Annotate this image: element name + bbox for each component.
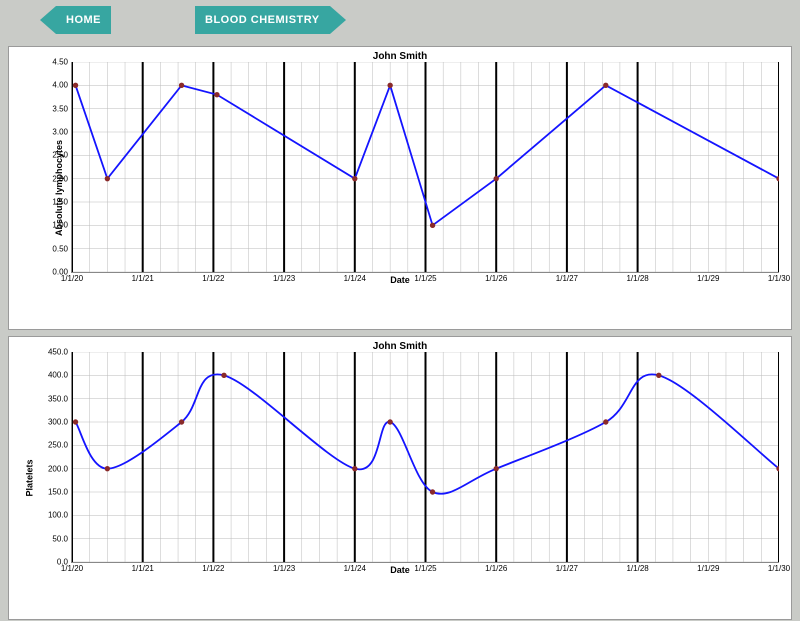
blood-chemistry-button[interactable]: BLOOD CHEMISTRY: [195, 6, 346, 34]
x-tick: 1/1/27: [556, 272, 578, 283]
y-tick: 100.0: [48, 511, 72, 520]
y-tick: 3.50: [52, 104, 72, 113]
y-tick: 250.0: [48, 441, 72, 450]
x-tick: 1/1/23: [273, 562, 295, 573]
x-tick: 1/1/26: [485, 562, 507, 573]
blood-chemistry-label: BLOOD CHEMISTRY: [195, 6, 330, 34]
nav-bar: HOME BLOOD CHEMISTRY: [0, 0, 800, 46]
plot-area: 0.000.501.001.502.002.503.003.504.004.50…: [71, 62, 779, 273]
y-tick: 200.0: [48, 464, 72, 473]
y-tick: 150.0: [48, 488, 72, 497]
x-tick: 1/1/25: [414, 562, 436, 573]
y-tick: 3.00: [52, 128, 72, 137]
y-tick: 1.50: [52, 198, 72, 207]
y-tick: 300.0: [48, 418, 72, 427]
chart-title: John Smith: [17, 341, 783, 352]
y-tick: 2.00: [52, 174, 72, 183]
x-tick: 1/1/29: [697, 272, 719, 283]
chart-lymphocytes: John Smith Absolute lymphocytes 0.000.50…: [8, 46, 792, 330]
chart-title: John Smith: [17, 51, 783, 62]
x-tick: 1/1/29: [697, 562, 719, 573]
x-tick: 1/1/24: [344, 272, 366, 283]
home-label: HOME: [56, 6, 111, 34]
y-tick: 400.0: [48, 371, 72, 380]
x-tick: 1/1/25: [414, 272, 436, 283]
y-tick: 0.50: [52, 244, 72, 253]
x-tick: 1/1/21: [132, 562, 154, 573]
home-button[interactable]: HOME: [40, 6, 111, 34]
y-tick: 450.0: [48, 348, 72, 357]
x-tick: 1/1/22: [202, 562, 224, 573]
x-tick: 1/1/20: [61, 562, 83, 573]
plot-area: 0.050.0100.0150.0200.0250.0300.0350.0400…: [71, 352, 779, 563]
chart-platelets: John Smith Platelets 0.050.0100.0150.020…: [8, 336, 792, 620]
x-tick: 1/1/28: [626, 562, 648, 573]
y-tick: 4.00: [52, 81, 72, 90]
x-tick: 1/1/27: [556, 562, 578, 573]
y-tick: 1.00: [52, 221, 72, 230]
arrow-right-icon: [330, 6, 346, 34]
x-tick: 1/1/20: [61, 272, 83, 283]
x-tick: 1/1/28: [626, 272, 648, 283]
x-tick: 1/1/21: [132, 272, 154, 283]
y-tick: 4.50: [52, 58, 72, 67]
x-tick: 1/1/26: [485, 272, 507, 283]
charts-container: John Smith Absolute lymphocytes 0.000.50…: [8, 46, 792, 620]
x-tick: 1/1/30: [768, 272, 790, 283]
x-tick: 1/1/24: [344, 562, 366, 573]
y-axis-label: Platelets: [25, 459, 35, 496]
x-tick: 1/1/22: [202, 272, 224, 283]
y-tick: 2.50: [52, 151, 72, 160]
y-tick: 350.0: [48, 394, 72, 403]
x-tick: 1/1/30: [768, 562, 790, 573]
y-tick: 50.0: [52, 534, 72, 543]
arrow-left-icon: [40, 6, 56, 34]
x-tick: 1/1/23: [273, 272, 295, 283]
